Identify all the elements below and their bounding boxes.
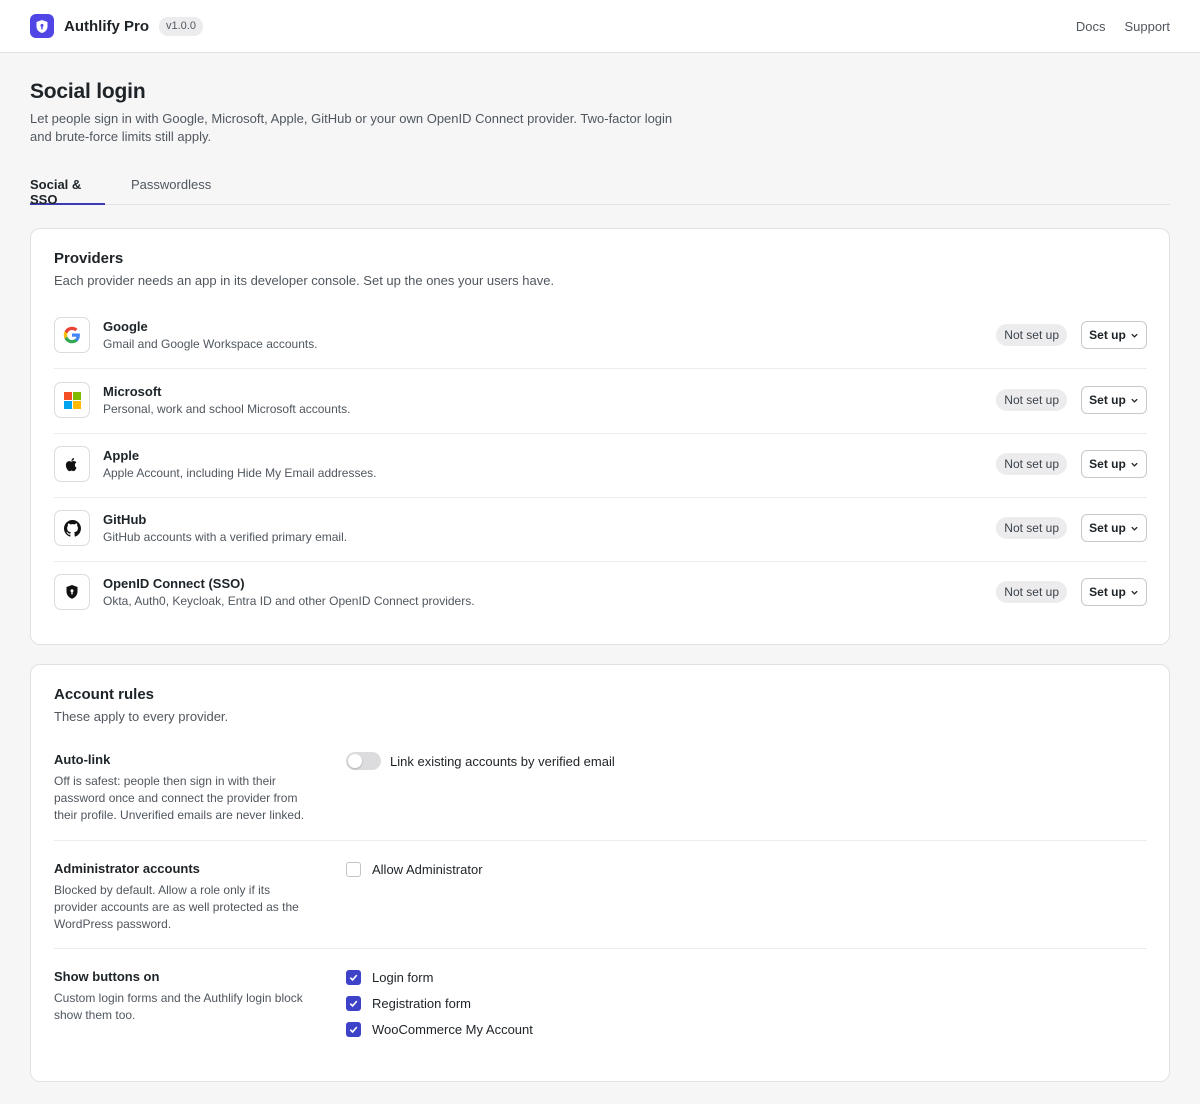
authlify-logo-icon [30, 14, 54, 38]
status-badge: Not set up [996, 581, 1067, 603]
support-link[interactable]: Support [1124, 19, 1170, 34]
provider-name: GitHub [103, 512, 147, 527]
provider-row-openid: OpenID Connect (SSO) Okta, Auth0, Keyclo… [54, 562, 1147, 626]
show-buttons-title: Show buttons on [54, 969, 160, 984]
show-buttons-description: Custom login forms and the Authlify logi… [54, 991, 303, 1022]
shield-icon [54, 574, 90, 610]
show-buttons-rule: Show buttons on Custom login forms and t… [54, 969, 1147, 1059]
registration-form-option: Registration form [346, 994, 471, 1012]
setup-button-google[interactable]: Set up [1081, 321, 1147, 349]
status-badge: Not set up [996, 517, 1067, 539]
setup-button-github[interactable]: Set up [1081, 514, 1147, 542]
setup-button-label: Set up [1089, 585, 1126, 599]
chevron-down-icon [1131, 590, 1138, 595]
auto-link-description: Off is safest: people then sign in with … [54, 774, 305, 822]
app-name: Authlify Pro [64, 17, 149, 35]
auto-link-toggle[interactable] [346, 752, 381, 770]
provider-name: Apple [103, 448, 140, 463]
auto-link-toggle-label: Link existing accounts by verified email [390, 754, 615, 769]
google-icon [54, 317, 90, 353]
provider-row-microsoft: Microsoft Personal, work and school Micr… [54, 370, 1147, 434]
tab-social-sso[interactable]: Social & SSO [30, 177, 105, 207]
provider-row-google: Google Gmail and Google Workspace accoun… [54, 305, 1147, 369]
top-bar: Authlify Pro v1.0.0 Docs Support [0, 0, 1200, 53]
setup-button-microsoft[interactable]: Set up [1081, 386, 1147, 414]
setup-button-label: Set up [1089, 393, 1126, 407]
checkmark-icon [349, 1000, 358, 1007]
login-form-checkbox[interactable] [346, 969, 361, 985]
auto-link-rule: Auto-link Off is safest: people then sig… [54, 752, 1147, 841]
chevron-down-icon [1131, 333, 1138, 338]
account-rules-subtitle: These apply to every provider. [54, 709, 229, 724]
allow-administrator-checkbox[interactable] [346, 861, 361, 877]
setup-button-label: Set up [1089, 457, 1126, 471]
chevron-down-icon [1131, 398, 1138, 403]
woocommerce-my-account-label: WooCommerce My Account [372, 1021, 533, 1037]
admin-accounts-description: Blocked by default. Allow a role only if… [54, 883, 299, 931]
brand: Authlify Pro v1.0.0 [30, 14, 203, 38]
provider-description: Okta, Auth0, Keycloak, Entra ID and othe… [103, 594, 475, 608]
toggle-knob [348, 754, 362, 768]
provider-name: Google [103, 319, 148, 334]
woocommerce-my-account-checkbox[interactable] [346, 1021, 361, 1037]
top-links: Docs Support [1076, 19, 1170, 34]
chevron-down-icon [1131, 526, 1138, 531]
admin-accounts-rule: Administrator accounts Blocked by defaul… [54, 861, 1147, 949]
allow-administrator-label: Allow Administrator [372, 861, 483, 877]
chevron-down-icon [1131, 462, 1138, 467]
provider-description: GitHub accounts with a verified primary … [103, 530, 348, 544]
setup-button-label: Set up [1089, 328, 1126, 342]
status-badge: Not set up [996, 453, 1067, 475]
provider-name: Microsoft [103, 384, 162, 399]
login-form-option: Login form [346, 968, 433, 986]
setup-button-label: Set up [1089, 521, 1126, 535]
github-icon [54, 510, 90, 546]
account-rules-card: Account rules These apply to every provi… [30, 664, 1170, 1082]
admin-accounts-title: Administrator accounts [54, 861, 200, 876]
apple-icon [54, 446, 90, 482]
registration-form-label: Registration form [372, 995, 471, 1011]
provider-description: Personal, work and school Microsoft acco… [103, 402, 351, 416]
page-description: Let people sign in with Google, Microsof… [30, 111, 673, 144]
page-title: Social login [30, 80, 146, 103]
version-badge: v1.0.0 [159, 16, 203, 36]
status-badge: Not set up [996, 324, 1067, 346]
account-rules-title: Account rules [54, 686, 155, 703]
login-form-label: Login form [372, 969, 434, 985]
docs-link[interactable]: Docs [1076, 19, 1106, 34]
allow-administrator-option: Allow Administrator [346, 860, 483, 878]
auto-link-title: Auto-link [54, 752, 111, 767]
providers-subtitle: Each provider needs an app in its develo… [54, 273, 555, 288]
provider-name: OpenID Connect (SSO) [103, 576, 245, 591]
setup-button-apple[interactable]: Set up [1081, 450, 1147, 478]
providers-card: Providers Each provider needs an app in … [30, 228, 1170, 645]
provider-row-apple: Apple Apple Account, including Hide My E… [54, 434, 1147, 498]
setup-button-openid[interactable]: Set up [1081, 578, 1147, 606]
tab-passwordless[interactable]: Passwordless [131, 177, 211, 205]
status-badge: Not set up [996, 389, 1067, 411]
providers-title: Providers [54, 250, 124, 267]
tab-bar: Social & SSO Passwordless [30, 175, 1170, 207]
checkmark-icon [349, 974, 358, 981]
provider-description: Apple Account, including Hide My Email a… [103, 466, 377, 480]
woocommerce-my-account-option: WooCommerce My Account [346, 1020, 533, 1038]
registration-form-checkbox[interactable] [346, 995, 361, 1011]
provider-row-github: GitHub GitHub accounts with a verified p… [54, 498, 1147, 562]
microsoft-icon [54, 382, 90, 418]
checkmark-icon [349, 1026, 358, 1033]
provider-description: Gmail and Google Workspace accounts. [103, 337, 318, 351]
